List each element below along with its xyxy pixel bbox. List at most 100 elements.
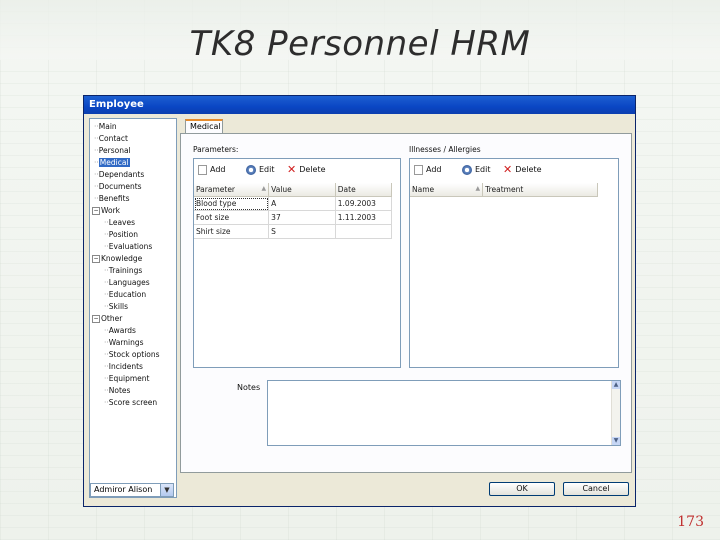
column-header-treatment[interactable]: Treatment [482, 183, 598, 197]
tree-item-label: Equipment [108, 374, 150, 383]
tree-item-evaluations[interactable]: ··Evaluations [104, 241, 152, 252]
tree-item-main[interactable]: ··Main [94, 121, 117, 132]
tree-item-label: Position [108, 230, 138, 239]
tree-item-label: Notes [108, 386, 131, 395]
parameters-edit-label: Edit [259, 165, 275, 174]
tree-item-label: Knowledge [101, 254, 143, 263]
illnesses-edit-button[interactable]: Edit [462, 164, 491, 176]
table-cell[interactable]: 1.11.2003 [335, 210, 393, 225]
tree-item-label: Documents [98, 182, 142, 191]
tree-item-label: Warnings [108, 338, 144, 347]
tree-item-incidents[interactable]: ··Incidents [104, 361, 143, 372]
chevron-down-icon[interactable]: ▼ [160, 484, 173, 496]
tree-item-knowledge[interactable]: − Knowledge [92, 253, 142, 264]
tree-item-skills[interactable]: ··Skills [104, 301, 128, 312]
illnesses-table: Name ▲ Treatment [410, 183, 598, 197]
table-row[interactable]: Foot size 37 1.11.2003 [194, 210, 393, 225]
tree-item-documents[interactable]: ··Documents [94, 181, 142, 192]
table-cell[interactable]: 37 [268, 210, 336, 225]
delete-icon: ✕ [503, 162, 513, 176]
notes-scrollbar[interactable]: ▲ ▼ [611, 381, 620, 445]
tree-item-warnings[interactable]: ··Warnings [104, 337, 144, 348]
tree-item-position[interactable]: ··Position [104, 229, 138, 240]
column-header-date[interactable]: Date [335, 183, 393, 197]
column-header-name[interactable]: Name ▲ [410, 183, 484, 197]
notes-input[interactable]: ▲ ▼ [267, 380, 621, 446]
tree-item-label: Languages [108, 278, 150, 287]
tree-item-stock-options[interactable]: ··Stock options [104, 349, 160, 360]
tree-item-medical[interactable]: ··Medical [94, 157, 130, 168]
slide-title: TK8 Personnel HRM [189, 24, 531, 64]
illnesses-delete-button[interactable]: ✕ Delete [503, 164, 542, 176]
tree-item-label: Personal [98, 146, 131, 155]
tree-item-label: Score screen [108, 398, 158, 407]
parameters-delete-button[interactable]: ✕ Delete [287, 164, 326, 176]
illnesses-grid[interactable]: Add Edit ✕ Delete Name ▲ Treatment [409, 158, 619, 368]
parameters-grid[interactable]: Add Edit ✕Delete Parameter ▲ Value Date [193, 158, 401, 368]
collapse-icon[interactable]: − [92, 255, 100, 263]
parameters-table: Parameter ▲ Value Date Blood type A 1.09… [194, 183, 393, 239]
cancel-button[interactable]: Cancel [563, 482, 629, 496]
tree-item-label: Skills [108, 302, 129, 311]
tree-item-label: Education [108, 290, 147, 299]
notes-label: Notes [237, 383, 261, 392]
tab-medical[interactable]: Medical [185, 119, 223, 133]
page-number: 173 [677, 514, 704, 530]
tree-item-dependants[interactable]: ··Dependants [94, 169, 144, 180]
tree-item-languages[interactable]: ··Languages [104, 277, 150, 288]
tree-item-trainings[interactable]: ··Trainings [104, 265, 142, 276]
column-header-parameter[interactable]: Parameter ▲ [194, 183, 270, 197]
tree-item-education[interactable]: ··Education [104, 289, 146, 300]
tree-item-label: Dependants [98, 170, 145, 179]
ok-button[interactable]: OK [489, 482, 555, 496]
illnesses-delete-label: Delete [515, 165, 542, 174]
sort-arrow-icon: ▲ [261, 185, 267, 192]
table-cell[interactable]: S [268, 224, 336, 239]
medical-panel: Parameters: Add Edit ✕ Delete Parameter ▲… [180, 133, 632, 473]
column-header-value[interactable]: Value [268, 183, 336, 197]
tree-item-equipment[interactable]: ··Equipment [104, 373, 150, 384]
parameters-delete-label: Delete [299, 165, 326, 174]
tree-item-other[interactable]: − Other [92, 313, 122, 324]
tree-item-score-screen[interactable]: ··Score screen [104, 397, 157, 408]
scroll-down-icon[interactable]: ▼ [612, 437, 620, 445]
table-cell[interactable]: Blood type [194, 196, 270, 211]
employee-select[interactable]: Admiror Alison ▼ [90, 483, 174, 497]
tree-item-label: Evaluations [108, 242, 153, 251]
tree-item-label: Awards [108, 326, 136, 335]
tree-item-label: Leaves [108, 218, 135, 227]
parameters-add-button[interactable]: Add [198, 164, 226, 176]
tree-item-notes[interactable]: ··Notes [104, 385, 130, 396]
table-cell[interactable]: 1.09.2003 [335, 196, 393, 211]
tree-item-label: Stock options [108, 350, 160, 359]
illnesses-add-button[interactable]: Add [414, 164, 442, 176]
table-cell[interactable]: Shirt size [194, 224, 270, 239]
navigation-tree[interactable]: ··Main ··Contact ··Personal ··Medical ··Depe… [89, 118, 177, 498]
collapse-icon[interactable]: − [92, 315, 100, 323]
tree-item-leaves[interactable]: ··Leaves [104, 217, 135, 228]
window-titlebar[interactable]: Employee [84, 96, 635, 114]
tree-item-label: Trainings [108, 266, 143, 275]
parameters-label: Parameters: [193, 145, 239, 154]
add-document-icon [414, 164, 423, 175]
table-row[interactable]: Shirt size S [194, 224, 393, 239]
table-cell[interactable]: Foot size [194, 210, 270, 225]
window-title: Employee [89, 99, 144, 110]
table-cell[interactable] [335, 224, 393, 239]
illnesses-add-label: Add [426, 165, 442, 174]
edit-icon [246, 164, 256, 175]
collapse-icon[interactable]: − [92, 207, 100, 215]
tree-item-work[interactable]: − Work [92, 205, 120, 216]
tree-item-label: Medical [98, 158, 130, 167]
tree-item-benefits[interactable]: ··Benefits [94, 193, 129, 204]
parameters-edit-button[interactable]: Edit [246, 164, 275, 176]
tree-item-contact[interactable]: ··Contact [94, 133, 128, 144]
tree-item-personal[interactable]: ··Personal [94, 145, 131, 156]
tree-item-label: Benefits [98, 194, 130, 203]
tree-item-awards[interactable]: ··Awards [104, 325, 136, 336]
tree-item-label: Incidents [108, 362, 143, 371]
illnesses-edit-label: Edit [475, 165, 491, 174]
table-cell[interactable]: A [268, 196, 336, 211]
scroll-up-icon[interactable]: ▲ [612, 381, 620, 389]
table-row[interactable]: Blood type A 1.09.2003 [194, 196, 393, 211]
